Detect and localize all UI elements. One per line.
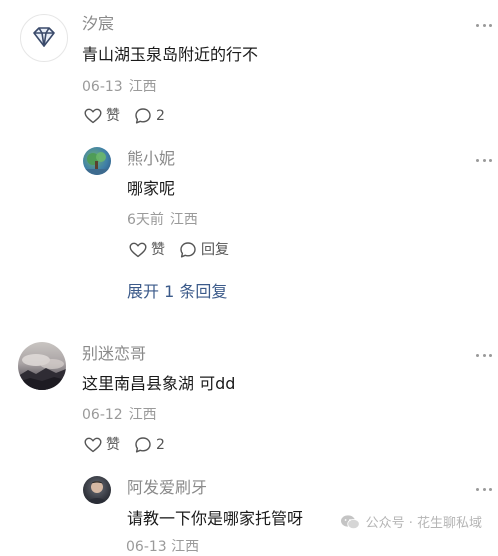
dot-icon: [476, 353, 479, 357]
dot-icon: [482, 158, 486, 162]
like-button[interactable]: 赞: [129, 241, 165, 259]
like-button[interactable]: 赞: [84, 107, 120, 125]
wechat-icon: [340, 514, 360, 529]
comment-text: 青山湖玉泉岛附近的行不: [82, 45, 259, 64]
reply-label: 回复: [201, 242, 229, 258]
reply-author[interactable]: 熊小妮: [127, 149, 175, 169]
reply-count-button[interactable]: 2: [134, 107, 165, 125]
reply-count: 2: [156, 437, 165, 453]
more-options-button[interactable]: [476, 486, 492, 492]
heart-icon: [84, 108, 102, 124]
dot-icon: [489, 158, 492, 162]
comment-text: 这里南昌县象湖 可dd: [82, 374, 236, 393]
diamond-icon: [33, 27, 55, 47]
more-options-button[interactable]: [476, 352, 492, 358]
comment-bubble-icon: [135, 108, 151, 124]
reply-avatar[interactable]: [83, 476, 111, 504]
reply-date: 6天前: [127, 212, 164, 228]
watermark-text: 公众号 · 花生聊私域: [365, 516, 482, 531]
comment-bubble-icon: [135, 437, 151, 453]
watermark: 公众号 · 花生聊私域: [340, 512, 482, 531]
comment-meta: 06-12 江西: [82, 406, 157, 424]
dot-icon: [476, 23, 479, 27]
comment-date: 06-13: [82, 79, 123, 95]
reply-count-button[interactable]: 2: [134, 436, 165, 454]
landscape-avatar-icon: [18, 354, 66, 390]
avatar[interactable]: [18, 342, 66, 390]
tree-avatar-icon: [83, 152, 111, 175]
avatar[interactable]: [20, 14, 68, 62]
reply-actions: 赞 回复: [129, 241, 229, 259]
comment-actions: 赞 2: [84, 436, 165, 454]
reply-button[interactable]: 回复: [179, 241, 229, 259]
reply-count: 2: [156, 108, 165, 124]
reply-author[interactable]: 阿发爱刷牙: [127, 478, 207, 498]
like-label: 赞: [151, 242, 165, 258]
comment-actions: 赞 2: [84, 107, 165, 125]
heart-icon: [129, 242, 147, 258]
comment-location: 江西: [128, 79, 157, 95]
dot-icon: [489, 353, 492, 357]
dot-icon: [489, 487, 492, 491]
dot-icon: [476, 487, 479, 491]
reply-avatar[interactable]: [83, 147, 111, 175]
like-label: 赞: [106, 437, 120, 453]
reply-location: 江西: [169, 212, 198, 228]
reply-meta-partial: 06-13 江西: [126, 539, 200, 555]
comment-author[interactable]: 别迷恋哥: [82, 344, 146, 364]
comment-location: 江西: [128, 407, 157, 423]
heart-icon: [84, 437, 102, 453]
dot-icon: [482, 23, 486, 27]
person-avatar-icon: [87, 481, 107, 504]
reply-text: 请教一下你是哪家托管呀: [127, 509, 304, 528]
more-options-button[interactable]: [476, 22, 492, 28]
more-options-button[interactable]: [476, 157, 492, 163]
dot-icon: [476, 158, 479, 162]
reply-text: 哪家呢: [127, 179, 176, 198]
like-label: 赞: [106, 108, 120, 124]
comment-meta: 06-13 江西: [82, 78, 157, 96]
reply-meta: 6天前 江西: [127, 211, 198, 229]
comment-author[interactable]: 汐宸: [82, 14, 114, 34]
dot-icon: [482, 487, 486, 491]
comment-date: 06-12: [82, 407, 123, 423]
dot-icon: [482, 353, 486, 357]
like-button[interactable]: 赞: [84, 436, 120, 454]
expand-replies-link[interactable]: 展开 1 条回复: [127, 281, 227, 303]
comment-bubble-icon: [180, 242, 196, 258]
dot-icon: [489, 23, 492, 27]
